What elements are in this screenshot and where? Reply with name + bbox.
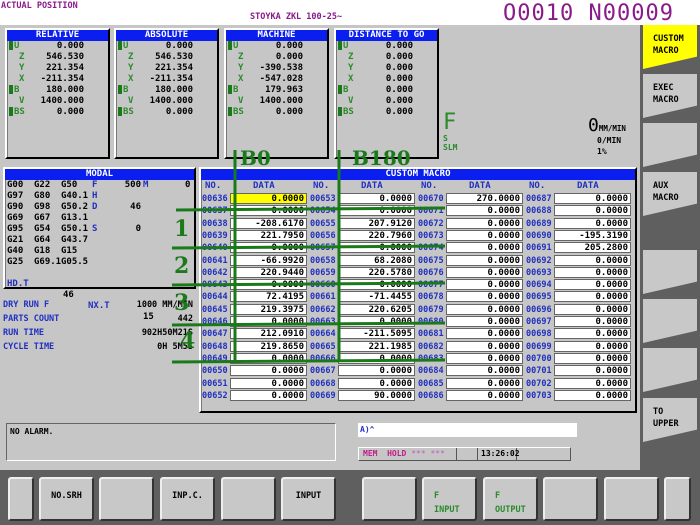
- annotation-hline: [171, 244, 446, 250]
- annotation-mark-3: 3: [174, 290, 190, 316]
- annotation-hline: [171, 281, 446, 287]
- annotation-mark-2: 2: [174, 253, 190, 279]
- annotation-overlay: [171, 150, 446, 364]
- annotation-hline: [171, 358, 446, 364]
- annotation-b180: B180: [352, 146, 411, 170]
- annotation-b0: B0: [240, 146, 271, 170]
- annotation-hline: [171, 321, 446, 327]
- annotation-mark-4: 4: [180, 328, 196, 354]
- annotation-hline: [175, 206, 446, 212]
- annotation-mark-1: 1: [174, 216, 190, 242]
